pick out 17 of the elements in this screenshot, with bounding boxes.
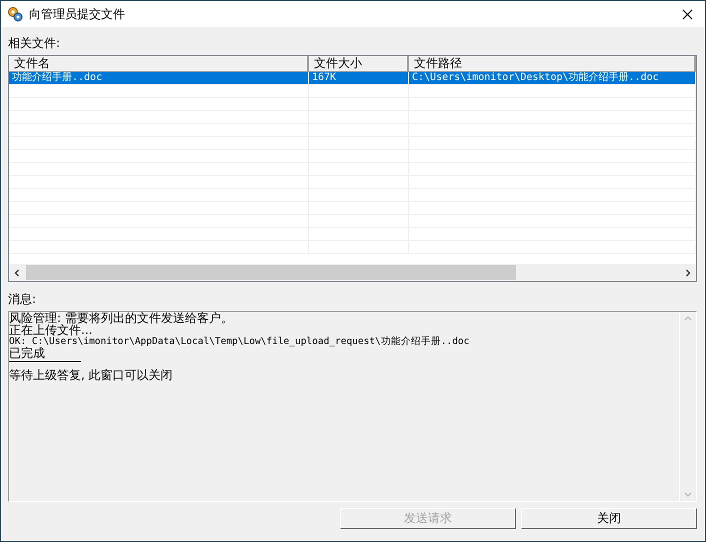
close-icon[interactable] — [682, 8, 693, 20]
window-title: 向管理员提交文件 — [29, 6, 126, 22]
message-line: 正在上传文件... — [9, 324, 92, 336]
dialog-button[interactable]: 关闭 — [521, 508, 697, 529]
message-box[interactable]: 风险管理: 需要将列出的文件发送给客户。 正在上传文件... OK: C:\Users\imonitor\AppData\Local\Temp\Low\file_upload_request\功能介绍手册..doc 已完成 等待上级答复, 此窗口可以关闭 — [8, 311, 697, 502]
message-line: OK: C:\Users\imonitor\AppData\Local\Temp\Low\file_upload_request\功能介绍手册..doc — [9, 336, 470, 347]
file-row[interactable]: 功能介绍手册..doc 167K C:\Users\imonitor\Desktop\功能介绍手册..doc — [9, 72, 696, 85]
table-cell: C:\Users\imonitor\Desktop\功能介绍手册..doc — [409, 72, 696, 84]
table-cell: 167K — [309, 72, 409, 84]
file-list[interactable]: 文件名 文件大小 文件路径 功能介绍手册..doc 167K C:\Users\imonitor\Desktop\功能介绍手册..doc — [8, 55, 697, 282]
message-line: 已完成 — [9, 347, 45, 359]
message-line: 等待上级答复, 此窗口可以关闭 — [9, 369, 173, 381]
message-line: 风险管理: 需要将列出的文件发送给客户。 — [9, 312, 233, 324]
gears-icon — [7, 6, 23, 22]
messages-label: 消息: — [8, 291, 36, 307]
files-label: 相关文件: — [8, 35, 60, 51]
table-cell: 功能介绍手册..doc — [9, 72, 309, 84]
